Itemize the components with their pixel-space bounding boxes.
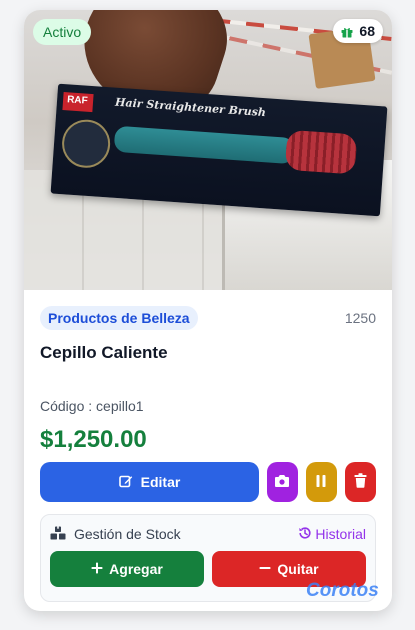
- product-code: Código : cepillo1: [40, 398, 144, 414]
- camera-button[interactable]: [266, 462, 298, 502]
- history-link[interactable]: Historial: [298, 526, 366, 543]
- product-details: Productos de Belleza 1250 Cepillo Calien…: [24, 290, 392, 470]
- status-badge: Activo: [33, 19, 92, 45]
- edit-icon: [118, 474, 133, 491]
- box-brand: RAF: [66, 94, 89, 107]
- pause-icon: [315, 474, 327, 491]
- gift-icon: [341, 25, 353, 38]
- inventory-icon: [50, 526, 66, 543]
- stock-title-label: Gestión de Stock: [74, 526, 181, 542]
- stock-title: Gestión de Stock: [50, 526, 181, 543]
- trash-icon: [354, 473, 367, 491]
- stock-count-badge: 68: [333, 19, 383, 43]
- box-product-name: Hair Straightener Brush: [114, 95, 267, 120]
- minus-icon: [259, 561, 271, 577]
- remove-stock-label: Quitar: [277, 561, 319, 577]
- edit-label: Editar: [140, 474, 181, 490]
- product-box: RAF Hair Straightener Brush: [50, 83, 388, 217]
- pause-button[interactable]: [305, 462, 337, 502]
- action-bar: Editar: [40, 462, 376, 502]
- add-stock-label: Agregar: [109, 561, 163, 577]
- category-chip: Productos de Belleza: [40, 306, 198, 330]
- history-icon: [298, 526, 312, 543]
- camera-icon: [274, 474, 290, 491]
- stock-count-value: 68: [359, 23, 375, 39]
- add-stock-button[interactable]: Agregar: [50, 551, 204, 587]
- delete-button[interactable]: [344, 462, 376, 502]
- edit-button[interactable]: Editar: [40, 462, 259, 502]
- product-card: RAF Hair Straightener Brush Activo 68 Pr…: [24, 10, 392, 611]
- plus-icon: [91, 561, 103, 577]
- product-price: $1,250.00: [40, 426, 147, 453]
- product-photo: RAF Hair Straightener Brush Activo 68: [24, 10, 392, 290]
- history-label: Historial: [315, 526, 366, 542]
- watermark-logo: Corotos: [306, 580, 379, 601]
- product-reference: 1250: [344, 310, 376, 326]
- product-title: Cepillo Caliente: [40, 343, 168, 362]
